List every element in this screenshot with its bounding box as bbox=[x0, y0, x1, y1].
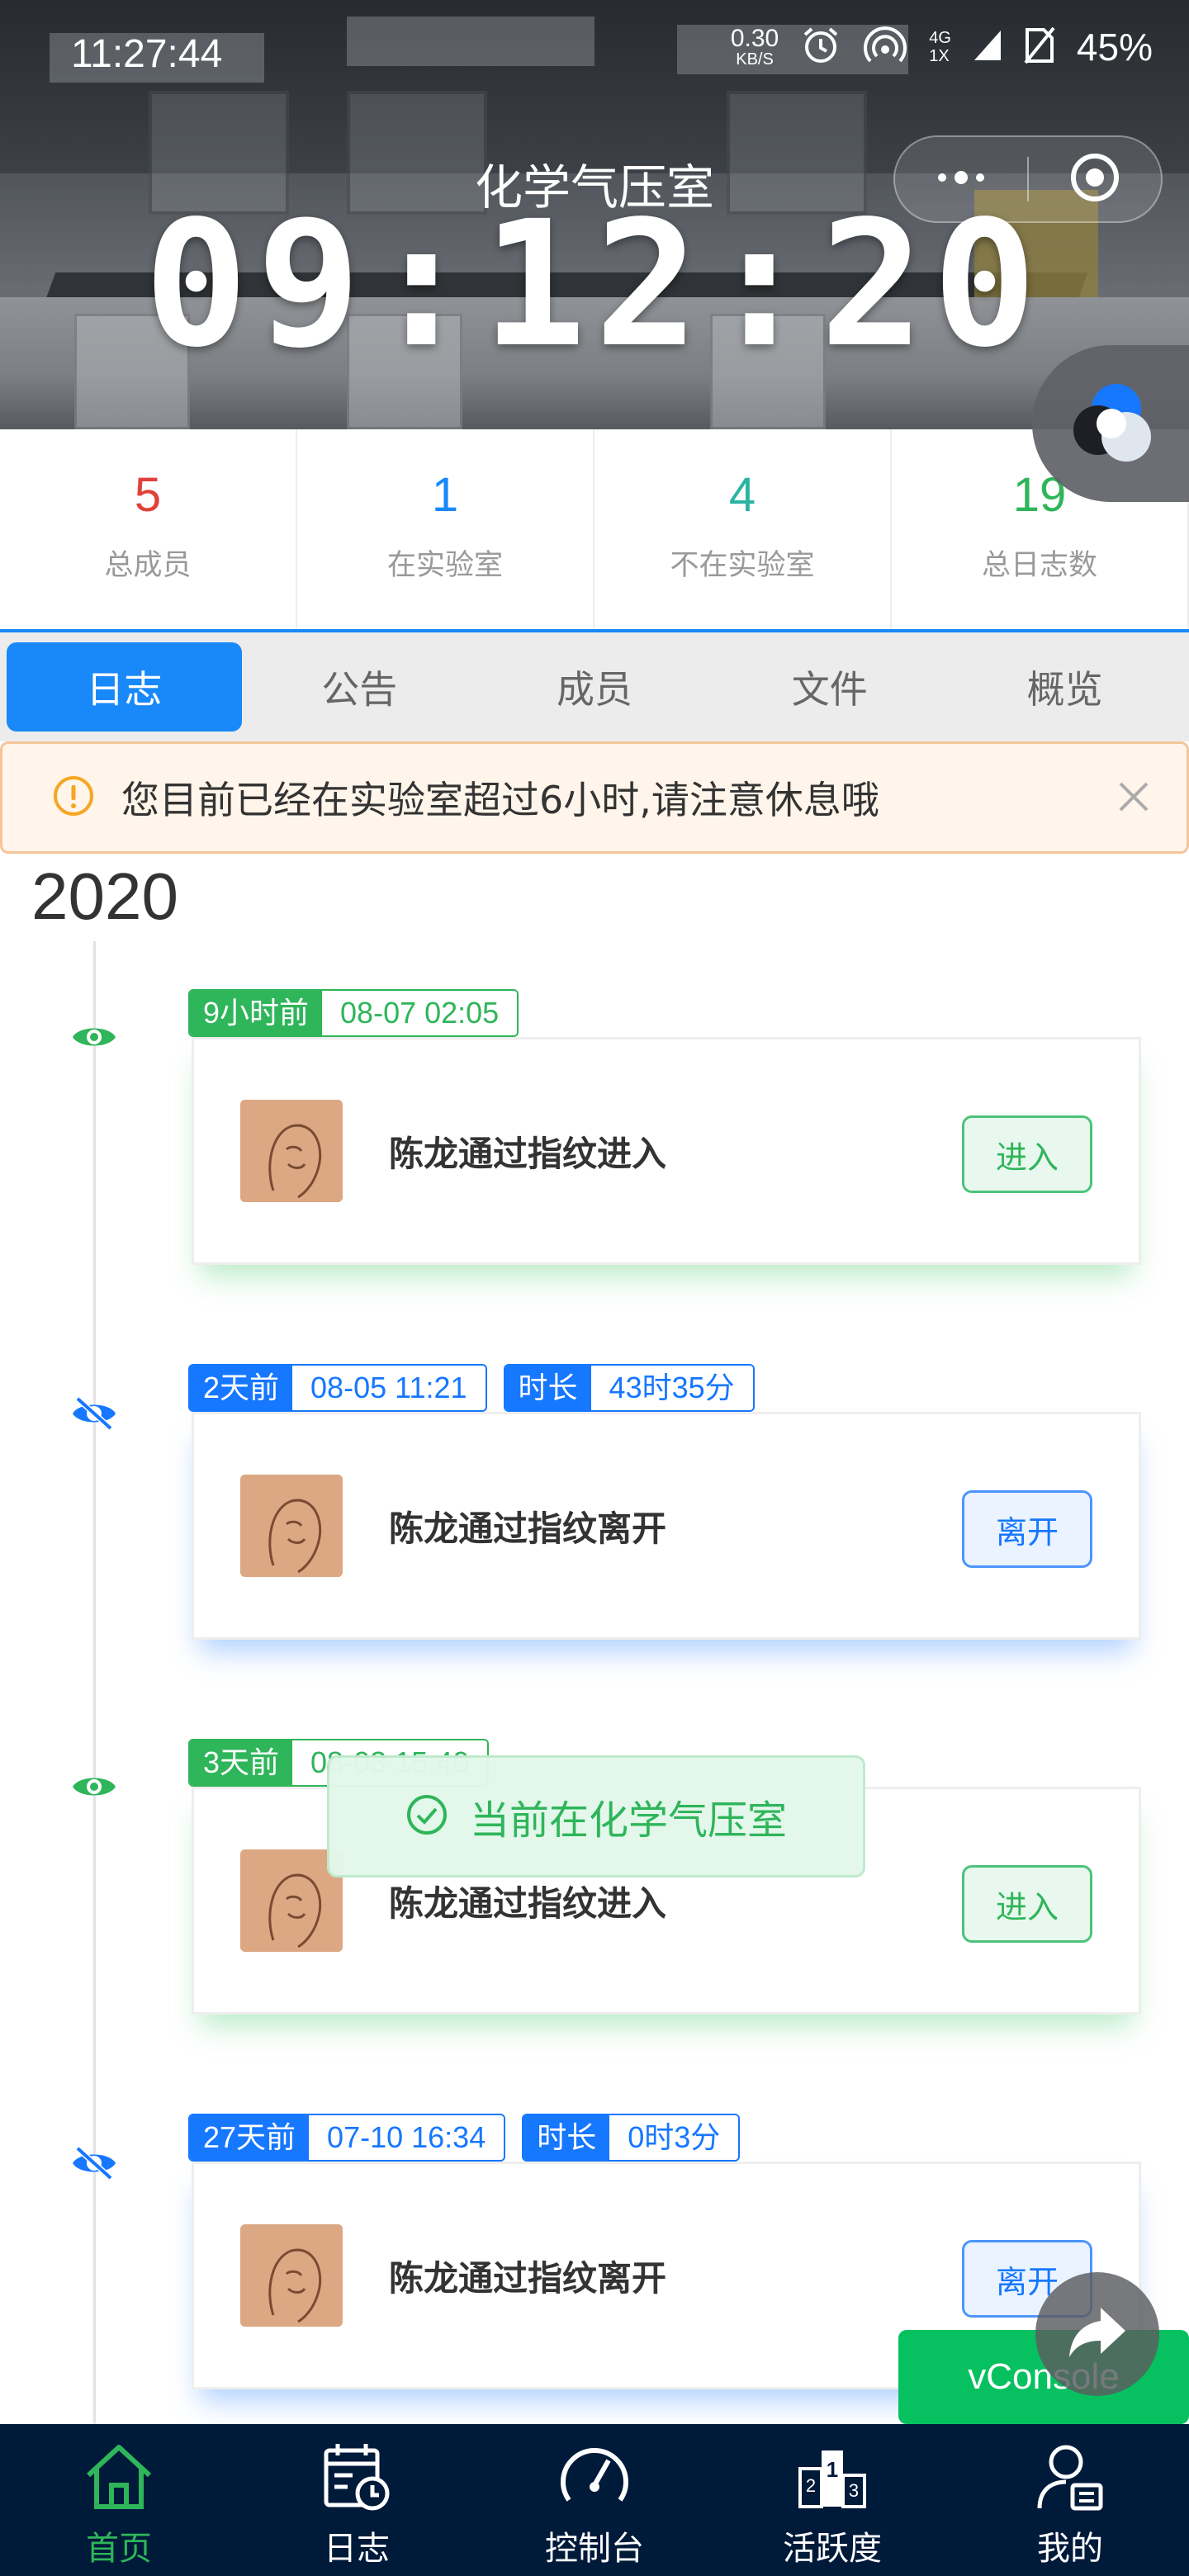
close-icon[interactable] bbox=[1114, 777, 1153, 820]
stat-value: 4 bbox=[728, 468, 756, 522]
stat-in-lab[interactable]: 1 在实验室 bbox=[297, 429, 594, 629]
nav-home[interactable]: 首页 bbox=[0, 2424, 238, 2576]
nav-logs[interactable]: 日志 bbox=[238, 2424, 476, 2576]
more-dots-icon bbox=[932, 169, 990, 189]
share-arrow-icon bbox=[1064, 2299, 1130, 2369]
warning-icon bbox=[52, 774, 95, 821]
target-circle-icon bbox=[1068, 151, 1121, 207]
floating-assistant-button[interactable] bbox=[1032, 345, 1189, 502]
svg-text:1: 1 bbox=[827, 2457, 838, 2482]
toast-text: 当前在化学气压室 bbox=[469, 1797, 787, 1844]
stat-label: 总成员 bbox=[104, 549, 192, 582]
time-ago-tag: 27天前 07-10 16:34 bbox=[188, 2114, 506, 2162]
location-toast: 当前在化学气压室 bbox=[327, 1755, 865, 1878]
speedometer-icon bbox=[557, 2439, 632, 2517]
calendar-clock-icon bbox=[320, 2439, 394, 2517]
battery-level: 45% bbox=[1076, 26, 1153, 69]
tab-members[interactable]: 成员 bbox=[477, 642, 713, 732]
stat-total-members[interactable]: 5 总成员 bbox=[0, 429, 297, 629]
nav-console[interactable]: 控制台 bbox=[476, 2424, 713, 2576]
tab-logs[interactable]: 日志 bbox=[7, 642, 242, 732]
log-text: 陈龙通过指纹离开 bbox=[389, 1508, 667, 1549]
timeline-entry: 9小时前 08-07 02:05 陈龙通过指纹进入 进入 bbox=[0, 989, 1189, 1286]
eye-open-icon bbox=[71, 1770, 117, 1807]
nav-mine[interactable]: 我的 bbox=[951, 2424, 1189, 2576]
stat-label: 总日志数 bbox=[981, 549, 1097, 582]
log-text: 陈龙通过指纹进入 bbox=[389, 1882, 667, 1924]
avatar bbox=[240, 2224, 343, 2327]
log-card[interactable]: 陈龙通过指纹进入 进入 bbox=[192, 1037, 1141, 1265]
svg-text:3: 3 bbox=[849, 2480, 859, 2501]
stat-value: 1 bbox=[431, 468, 459, 522]
eye-open-icon bbox=[71, 1020, 117, 1057]
eye-closed-icon bbox=[71, 2145, 117, 2185]
header-banner: 11:27:44 0.30 KB/S 4G 1X 45% 化学气压室 09:12… bbox=[0, 0, 1189, 429]
home-icon bbox=[82, 2439, 156, 2517]
log-text: 陈龙通过指纹离开 bbox=[389, 2257, 667, 2299]
nav-label: 控制台 bbox=[545, 2530, 644, 2568]
log-card[interactable]: 陈龙通过指纹离开 离开 bbox=[192, 1412, 1141, 1640]
elapsed-timer: 09:12:20 bbox=[144, 183, 1045, 386]
avatar bbox=[240, 1475, 343, 1577]
alarm-icon bbox=[800, 25, 841, 69]
duration-tag: 时长 43时35分 bbox=[503, 1364, 755, 1412]
timeline-year: 2020 bbox=[31, 859, 178, 933]
avatar bbox=[240, 1100, 343, 1202]
user-id-icon bbox=[1033, 2439, 1107, 2517]
time-ago-tag: 2天前 08-05 11:21 bbox=[188, 1364, 487, 1412]
time-ago-tag: 9小时前 08-07 02:05 bbox=[188, 989, 519, 1037]
nav-label: 我的 bbox=[1037, 2530, 1103, 2568]
log-text: 陈龙通过指纹进入 bbox=[389, 1133, 667, 1174]
svg-text:2: 2 bbox=[806, 2475, 816, 2496]
nav-label: 活跃度 bbox=[783, 2530, 882, 2568]
enter-status-button[interactable]: 进入 bbox=[962, 1115, 1092, 1193]
nav-label: 首页 bbox=[86, 2530, 152, 2568]
share-button[interactable] bbox=[1035, 2272, 1159, 2396]
signal-icon bbox=[973, 29, 1002, 65]
stat-label: 不在实验室 bbox=[670, 549, 815, 582]
stats-panel: 5 总成员 1 在实验室 4 不在实验室 19 总日志数 bbox=[0, 429, 1189, 629]
tab-files[interactable]: 文件 bbox=[712, 642, 947, 732]
stat-label: 在实验室 bbox=[386, 549, 503, 582]
enter-status-button[interactable]: 进入 bbox=[962, 1865, 1092, 1943]
nav-activity[interactable]: 213 活跃度 bbox=[713, 2424, 951, 2576]
leave-status-button[interactable]: 离开 bbox=[962, 1490, 1092, 1568]
status-time: 11:27:44 bbox=[71, 32, 223, 76]
nav-label: 日志 bbox=[324, 2530, 390, 2568]
tab-overview[interactable]: 概览 bbox=[947, 642, 1182, 732]
bottom-navigation: 首页 日志 控制台 213 活跃度 我的 bbox=[0, 2424, 1189, 2576]
tab-bar: 日志 公告 成员 文件 概览 bbox=[0, 629, 1189, 741]
hotspot-icon bbox=[863, 25, 907, 69]
check-circle-icon bbox=[405, 1793, 448, 1840]
warning-notice-bar: 您目前已经在实验室超过6小时,请注意休息哦 bbox=[0, 741, 1189, 854]
eye-closed-icon bbox=[71, 1395, 117, 1435]
duration-tag: 时长 0时3分 bbox=[522, 2114, 741, 2162]
status-bar: 11:27:44 0.30 KB/S 4G 1X 45% bbox=[0, 0, 1189, 107]
stat-value: 5 bbox=[134, 468, 162, 522]
notice-text: 您目前已经在实验室超过6小时,请注意休息哦 bbox=[121, 778, 879, 822]
network-speed: 0.30 KB/S bbox=[730, 25, 779, 69]
tab-announcements[interactable]: 公告 bbox=[242, 642, 477, 732]
timeline-entry: 2天前 08-05 11:21 时长 43时35分 陈龙通过指纹离开 离开 bbox=[0, 1364, 1189, 1661]
podium-icon: 213 bbox=[795, 2439, 869, 2517]
more-options-button[interactable] bbox=[895, 137, 1027, 221]
no-sim-icon bbox=[1024, 26, 1055, 68]
close-miniprogram-button[interactable] bbox=[1029, 137, 1161, 221]
stat-not-in-lab[interactable]: 4 不在实验室 bbox=[594, 429, 892, 629]
network-type: 4G 1X bbox=[929, 29, 951, 65]
miniprogram-capsule bbox=[893, 135, 1163, 223]
app-logo-icon bbox=[1062, 372, 1161, 475]
